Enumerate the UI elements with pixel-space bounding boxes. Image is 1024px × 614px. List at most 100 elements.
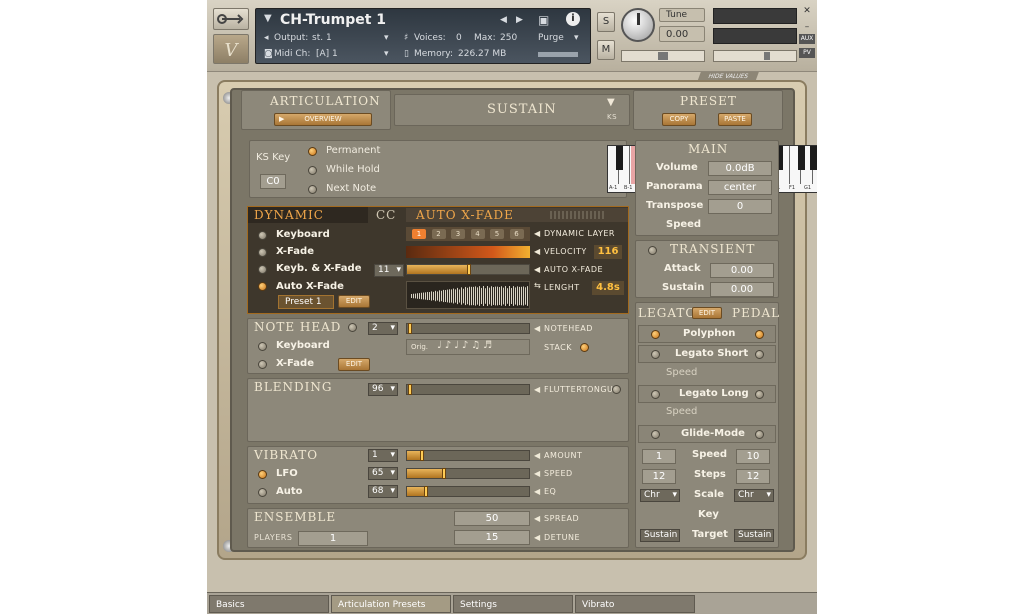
- notehead-edit-button[interactable]: EDIT: [338, 358, 370, 371]
- vibrato-amount-handle[interactable]: [419, 450, 424, 461]
- dyn-keyboard-led[interactable]: [258, 231, 267, 240]
- dynamic-layer-button[interactable]: 4: [470, 229, 485, 239]
- stack-led[interactable]: [580, 343, 589, 352]
- target-right-dropdown[interactable]: Sustain: [734, 529, 774, 542]
- ks-mode-while-hold[interactable]: While Hold: [326, 164, 380, 175]
- attack-value[interactable]: 0.00: [710, 263, 774, 278]
- stack-notes-row[interactable]: Orig. ♩♪♩♪♫♬: [406, 339, 530, 355]
- volume-value[interactable]: 0.0dB: [708, 161, 772, 176]
- transient-led[interactable]: [648, 246, 657, 255]
- notehead-xfade-led[interactable]: [258, 360, 267, 369]
- tab-basics[interactable]: Basics: [209, 595, 329, 613]
- glide-steps-left[interactable]: 12: [642, 469, 676, 484]
- volume-slider[interactable]: [713, 50, 797, 62]
- scale-right-dropdown[interactable]: Chr ▾: [734, 489, 774, 502]
- dynamic-layer-button[interactable]: 5: [490, 229, 504, 239]
- fluttertongue-led[interactable]: [612, 385, 621, 394]
- legato-short-row[interactable]: Legato Short: [638, 345, 776, 363]
- glide-mode-led-left[interactable]: [651, 430, 660, 439]
- info-icon[interactable]: i: [566, 12, 580, 26]
- output-value[interactable]: st. 1: [312, 33, 332, 43]
- aux-button[interactable]: AUX: [799, 34, 815, 44]
- copy-preset-button[interactable]: COPY: [662, 113, 696, 126]
- dynamic-layer-button[interactable]: 1: [412, 229, 426, 239]
- vibrato-speed-cc[interactable]: 65 ▾: [368, 467, 398, 480]
- notehead-led[interactable]: [348, 323, 357, 332]
- black-key[interactable]: [798, 146, 806, 170]
- glide-speed-right[interactable]: 10: [736, 449, 770, 464]
- notehead-slider-handle[interactable]: [408, 323, 412, 334]
- black-key[interactable]: [809, 146, 817, 170]
- vibrato-speed-slider[interactable]: [406, 468, 530, 479]
- tab-settings[interactable]: Settings: [453, 595, 573, 613]
- auto-xfade-slider-handle[interactable]: [467, 264, 471, 275]
- dyn-option-auto-xfade[interactable]: Auto X-Fade: [276, 281, 344, 292]
- glide-mode-row[interactable]: Glide-Mode: [638, 425, 776, 443]
- solo-button[interactable]: S: [597, 12, 615, 32]
- tune-knob[interactable]: [621, 8, 655, 42]
- blending-number[interactable]: 96 ▾: [368, 383, 398, 396]
- while-hold-led[interactable]: [308, 166, 317, 175]
- vibrato-auto-led[interactable]: [258, 488, 267, 497]
- dyn-auto-xfade-led[interactable]: [258, 282, 267, 291]
- notehead-slider[interactable]: [406, 323, 530, 334]
- vibrato-eq-slider[interactable]: [406, 486, 530, 497]
- xfade-preset-dropdown[interactable]: Preset 1: [278, 295, 334, 309]
- panorama-value[interactable]: center: [708, 180, 772, 195]
- current-articulation-display[interactable]: SUSTAIN ▼ KS: [394, 94, 630, 126]
- dyn-option-xfade[interactable]: X-Fade: [276, 246, 314, 257]
- legato-long-row[interactable]: Legato Long: [638, 385, 776, 403]
- legato-short-led-right[interactable]: [755, 350, 764, 359]
- vibrato-option-auto[interactable]: Auto: [276, 486, 303, 497]
- vibrato-amount-slider[interactable]: [406, 450, 530, 461]
- output-dropdown-icon[interactable]: ▾: [384, 33, 389, 43]
- ks-mode-permanent[interactable]: Permanent: [326, 145, 380, 156]
- auto-xfade-slider[interactable]: [406, 264, 530, 275]
- vibrato-lfo-led[interactable]: [258, 470, 267, 479]
- dynamic-layer-row[interactable]: 123456: [406, 227, 530, 241]
- target-left-dropdown[interactable]: Sustain: [640, 529, 680, 542]
- notehead-number[interactable]: 2 ▾: [368, 322, 398, 335]
- dynamic-layer-button[interactable]: 3: [451, 229, 465, 239]
- tab-vibrato[interactable]: Vibrato: [575, 595, 695, 613]
- next-note-led[interactable]: [308, 185, 317, 194]
- pv-button[interactable]: PV: [799, 48, 815, 58]
- max-voices-value[interactable]: 250: [500, 33, 517, 43]
- black-key[interactable]: [615, 146, 623, 170]
- transpose-value[interactable]: 0: [708, 199, 772, 214]
- ks-key-value[interactable]: C0: [260, 174, 286, 189]
- dyn-option-keyboard[interactable]: Keyboard: [276, 229, 330, 240]
- dynamic-layer-button[interactable]: 2: [431, 229, 446, 239]
- dyn-option-keyb-xfade[interactable]: Keyb. & X-Fade: [276, 263, 362, 274]
- permanent-led[interactable]: [308, 147, 317, 156]
- fluttertongue-slider[interactable]: [406, 384, 530, 395]
- legato-short-led-left[interactable]: [651, 350, 660, 359]
- vibrato-option-lfo[interactable]: LFO: [276, 468, 298, 479]
- vibrato-amount-cc[interactable]: 1 ▾: [368, 449, 398, 462]
- legato-long-led-left[interactable]: [651, 390, 660, 399]
- polyphon-row[interactable]: Polyphon: [638, 325, 776, 343]
- players-field[interactable]: 1: [298, 531, 368, 546]
- paste-preset-button[interactable]: PASTE: [718, 113, 752, 126]
- ks-mode-next-note[interactable]: Next Note: [326, 183, 376, 194]
- overview-button[interactable]: ▶ OVERVIEW: [274, 113, 372, 126]
- vibrato-speed-handle[interactable]: [442, 468, 447, 479]
- dynamic-edit-button[interactable]: EDIT: [338, 295, 370, 308]
- tune-value-box[interactable]: 0.00: [659, 26, 705, 42]
- midi-dropdown-icon[interactable]: ▾: [384, 49, 389, 59]
- polyphon-led-right[interactable]: [755, 330, 764, 339]
- volume-slider-handle[interactable]: [764, 52, 770, 60]
- polyphon-led-left[interactable]: [651, 330, 660, 339]
- camera-icon[interactable]: ▣: [538, 13, 549, 27]
- tab-articulation-presets[interactable]: Articulation Presets: [331, 595, 451, 613]
- prev-instrument-icon[interactable]: ◀: [500, 15, 507, 25]
- next-instrument-icon[interactable]: ▶: [516, 15, 523, 25]
- notehead-keyboard-led[interactable]: [258, 342, 267, 351]
- fluttertongue-slider-handle[interactable]: [408, 384, 412, 395]
- lenght-value[interactable]: 4.8s: [592, 281, 624, 295]
- legato-long-led-right[interactable]: [755, 390, 764, 399]
- spread-field[interactable]: 50: [454, 511, 530, 526]
- minimize-icon[interactable]: –: [801, 22, 813, 32]
- dyn-xfade-led[interactable]: [258, 248, 267, 257]
- midi-channel-value[interactable]: [A] 1: [316, 49, 338, 59]
